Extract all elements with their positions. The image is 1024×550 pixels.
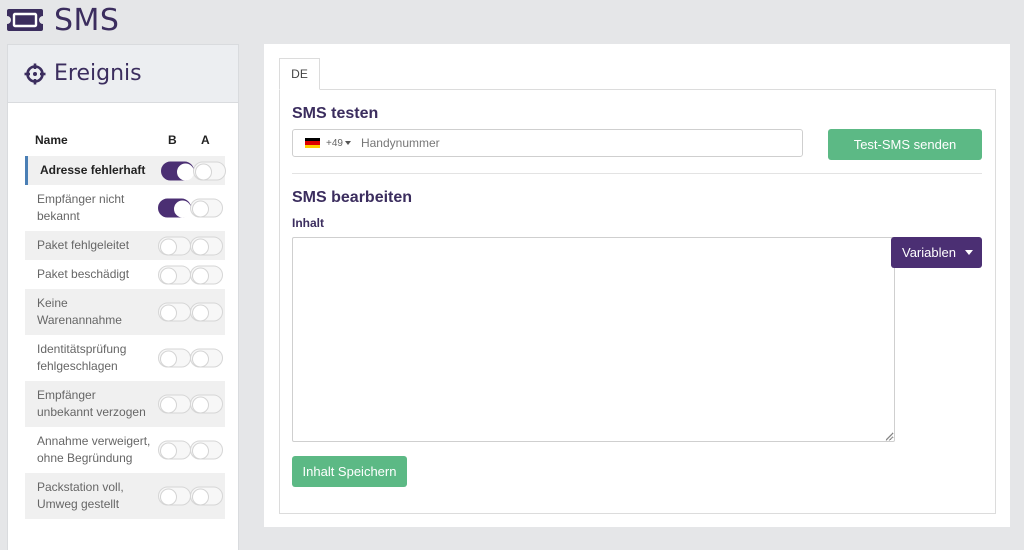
chevron-down-icon[interactable] — [344, 141, 351, 145]
resize-handle-icon[interactable] — [885, 433, 893, 441]
event-label: Paket beschädigt — [37, 267, 130, 281]
germany-flag-icon[interactable] — [305, 138, 320, 148]
event-label: Adresse fehlerhaft — [40, 163, 146, 177]
toggle-b[interactable] — [158, 394, 191, 414]
app-header: SMS — [6, 2, 119, 38]
toggle-b[interactable] — [158, 348, 191, 368]
toggle-a[interactable] — [190, 265, 223, 284]
event-row[interactable]: Annahme verweigert, ohne Begründung — [25, 427, 225, 473]
event-sidebar: Ereignis Name B A Adresse fehlerhaft Emp… — [7, 44, 239, 550]
event-list: Adresse fehlerhaft Empfänger nicht bekan… — [25, 156, 226, 519]
main-panel: DE SMS testen +49 Test-SMS senden SMS be… — [264, 44, 1010, 527]
event-row[interactable]: Empfänger nicht bekannt — [25, 185, 225, 231]
crosshair-icon — [24, 63, 46, 84]
toggle-a[interactable] — [190, 236, 223, 255]
variables-label: Variablen — [902, 245, 956, 260]
send-test-sms-button[interactable]: Test-SMS senden — [828, 129, 982, 160]
content-label: Inhalt — [292, 216, 324, 230]
event-label: Identitätsprüfung fehlgeschlagen — [37, 342, 127, 373]
tab-content: SMS testen +49 Test-SMS senden SMS bearb… — [279, 89, 996, 514]
toggle-b[interactable] — [161, 161, 194, 180]
app-title: SMS — [54, 2, 120, 38]
event-row[interactable]: Adresse fehlerhaft — [25, 156, 226, 185]
toggle-b[interactable] — [158, 198, 191, 218]
save-content-button[interactable]: Inhalt Speichern — [292, 456, 407, 487]
toggle-b[interactable] — [158, 236, 191, 255]
event-label: Packstation voll, Umweg gestellt — [37, 480, 124, 511]
sidebar-header: Ereignis — [8, 45, 238, 103]
toggle-a[interactable] — [190, 198, 223, 218]
event-row[interactable]: Identitätsprüfung fehlgeschlagen — [25, 335, 225, 381]
event-row[interactable]: Packstation voll, Umweg gestellt — [25, 473, 225, 519]
event-row[interactable]: Paket beschädigt — [25, 260, 225, 289]
event-label: Empfänger unbekannt verzogen — [37, 388, 146, 419]
toggle-b[interactable] — [158, 302, 191, 322]
toggle-b[interactable] — [158, 440, 191, 460]
sidebar-title: Ereignis — [54, 61, 142, 86]
toggle-b[interactable] — [158, 486, 191, 506]
event-label: Empfänger nicht bekannt — [37, 192, 125, 223]
tab-de[interactable]: DE — [279, 58, 320, 90]
toggle-a[interactable] — [190, 348, 223, 368]
sms-edit-heading: SMS bearbeiten — [292, 189, 413, 206]
caret-down-icon — [964, 250, 973, 255]
col-header-a: A — [201, 133, 210, 147]
toggle-a[interactable] — [190, 486, 223, 506]
event-row[interactable]: Paket fehlgeleitet — [25, 231, 225, 260]
col-header-name: Name — [35, 133, 68, 147]
toggle-b[interactable] — [158, 265, 191, 284]
divider — [292, 173, 982, 174]
toggle-a[interactable] — [190, 302, 223, 322]
phone-input-group: +49 — [292, 129, 803, 157]
sms-test-heading: SMS testen — [292, 105, 379, 122]
toggle-a[interactable] — [190, 394, 223, 414]
variables-dropdown-button[interactable]: Variablen — [891, 237, 982, 268]
content-textarea[interactable] — [292, 237, 895, 442]
dial-code[interactable]: +49 — [326, 138, 343, 149]
event-label: Keine Warenannahme — [37, 296, 122, 327]
toggle-a[interactable] — [190, 440, 223, 460]
ticket-icon — [7, 9, 43, 31]
event-row[interactable]: Empfänger unbekannt verzogen — [25, 381, 225, 427]
event-label: Annahme verweigert, ohne Begründung — [37, 434, 151, 465]
event-row[interactable]: Keine Warenannahme — [25, 289, 225, 335]
phone-number-input[interactable] — [360, 136, 741, 150]
event-label: Paket fehlgeleitet — [37, 238, 130, 252]
event-table-header: Name B A — [8, 133, 238, 147]
toggle-a[interactable] — [193, 161, 226, 180]
col-header-b: B — [168, 133, 177, 147]
